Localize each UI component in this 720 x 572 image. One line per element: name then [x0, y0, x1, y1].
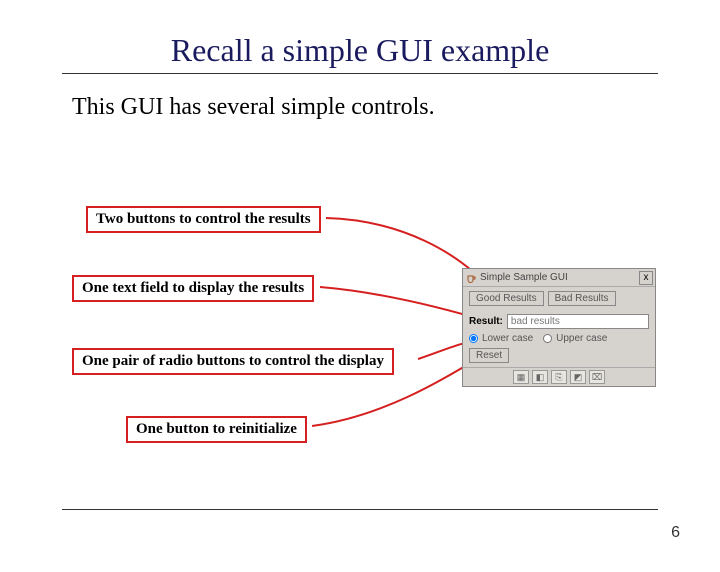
java-cup-icon	[465, 272, 477, 284]
title-divider	[62, 73, 658, 74]
annotation-radio-pair: One pair of radio buttons to control the…	[72, 348, 394, 375]
annotation-reinit-button: One button to reinitialize	[126, 416, 307, 443]
slide-subtitle: This GUI has several simple controls.	[72, 94, 720, 121]
upper-case-label: Upper case	[556, 333, 607, 344]
annotation-two-buttons: Two buttons to control the results	[86, 206, 321, 233]
close-icon[interactable]: x	[639, 271, 653, 285]
reset-button[interactable]: Reset	[469, 348, 509, 363]
bottom-divider	[62, 509, 658, 510]
result-label: Result:	[469, 316, 503, 327]
lower-case-label: Lower case	[482, 333, 533, 344]
gui-reset-row: Reset	[463, 348, 655, 367]
gui-result-row: Result:	[463, 310, 655, 333]
annotation-text-field: One text field to display the results	[72, 275, 314, 302]
status-icon: ◩	[570, 370, 586, 384]
upper-case-radio[interactable]	[543, 334, 552, 343]
status-icon: ⌧	[589, 370, 605, 384]
gui-radio-row: Lower case Upper case	[463, 333, 655, 348]
gui-window-title: Simple Sample GUI	[480, 272, 636, 283]
sample-gui-window: Simple Sample GUI x Good Results Bad Res…	[462, 268, 656, 387]
slide-title: Recall a simple GUI example	[0, 32, 720, 69]
good-results-button[interactable]: Good Results	[469, 291, 544, 306]
lower-case-radio[interactable]	[469, 334, 478, 343]
status-icon: ⎘	[551, 370, 567, 384]
status-icon: ◧	[532, 370, 548, 384]
bad-results-button[interactable]: Bad Results	[548, 291, 616, 306]
result-field[interactable]	[507, 314, 649, 329]
status-icon: ▦	[513, 370, 529, 384]
page-number: 6	[671, 524, 680, 542]
gui-titlebar: Simple Sample GUI x	[463, 269, 655, 287]
gui-status-bar: ▦ ◧ ⎘ ◩ ⌧	[463, 367, 655, 386]
gui-button-row: Good Results Bad Results	[463, 287, 655, 310]
